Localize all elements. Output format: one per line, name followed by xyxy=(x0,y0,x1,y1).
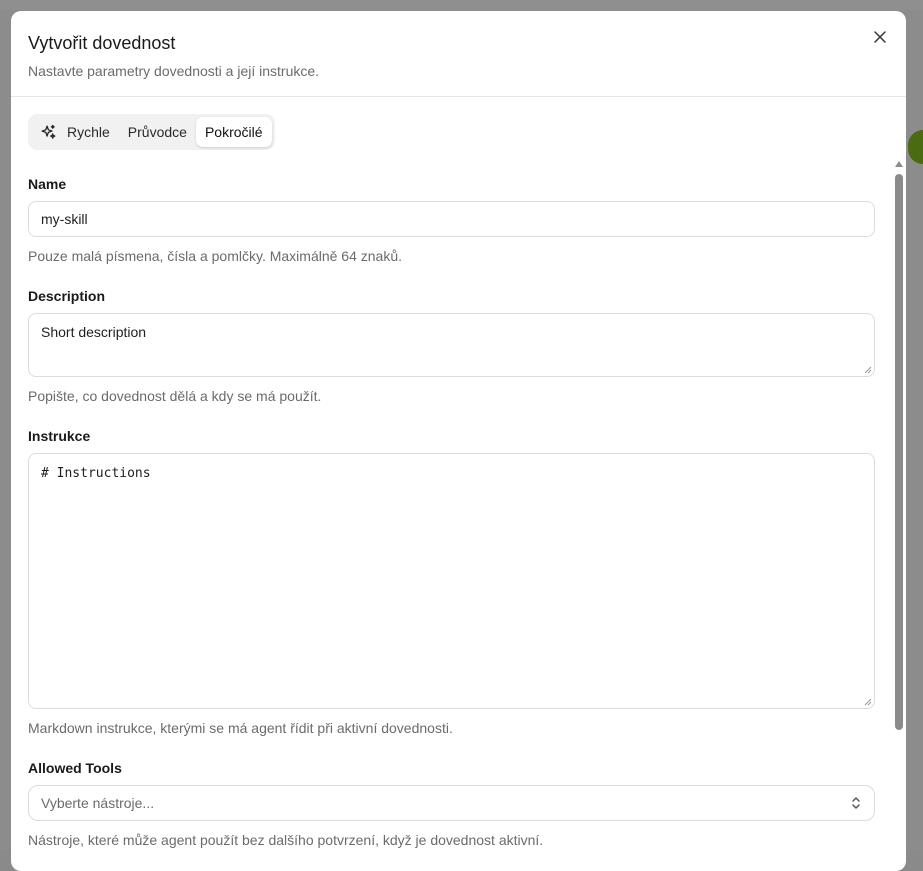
name-label: Name xyxy=(28,176,67,192)
allowed-tools-placeholder: Vyberte nástroje... xyxy=(41,795,155,811)
instructions-textarea[interactable]: # Instructions xyxy=(28,453,875,709)
mode-tabs: Rychle Průvodce Pokročilé xyxy=(28,114,275,150)
scrollbar-thumb[interactable] xyxy=(895,174,903,730)
instructions-hint: Markdown instrukce, kterými se má agent … xyxy=(28,720,453,736)
allowed-tools-hint: Nástroje, které může agent použít bez da… xyxy=(28,832,544,848)
description-textarea-value: Short description xyxy=(41,324,147,340)
dialog-header: Vytvořit dovednost Nastavte parametry do… xyxy=(11,11,906,97)
instructions-label: Instrukce xyxy=(28,428,91,444)
backdrop-top-bar xyxy=(0,0,923,10)
allowed-tools-field-group: Allowed Tools Vyberte nástroje... Nástro… xyxy=(28,759,875,849)
description-label: Description xyxy=(28,288,106,304)
instructions-textarea-value: # Instructions xyxy=(41,466,151,481)
tab-advanced[interactable]: Pokročilé xyxy=(195,117,272,147)
allowed-tools-select[interactable]: Vyberte nástroje... xyxy=(28,785,875,821)
name-field-group: Name my-skill Pouze malá písmena, čísla … xyxy=(28,175,875,265)
tab-quick[interactable]: Rychle xyxy=(31,117,119,147)
create-skill-dialog: Vytvořit dovednost Nastavte parametry do… xyxy=(11,11,906,871)
instructions-field-group: Instrukce # Instructions Markdown instru… xyxy=(28,427,875,737)
resize-handle-icon[interactable] xyxy=(863,365,872,374)
close-button[interactable] xyxy=(870,27,890,47)
tab-quick-label: Rychle xyxy=(67,124,110,140)
resize-handle-icon[interactable] xyxy=(863,697,872,706)
description-textarea[interactable]: Short description xyxy=(28,313,875,377)
sparkles-icon xyxy=(41,124,56,139)
allowed-tools-label: Allowed Tools xyxy=(28,760,122,776)
description-field-group: Description Short description Popište, c… xyxy=(28,287,875,405)
dialog-body: Rychle Průvodce Pokročilé Name my-skill … xyxy=(11,97,906,849)
tab-guide-label: Průvodce xyxy=(127,124,187,140)
description-hint: Popište, co dovednost dělá a kdy se má p… xyxy=(28,388,322,404)
tab-guide[interactable]: Průvodce xyxy=(119,117,196,147)
dialog-title: Vytvořit dovednost xyxy=(28,33,176,53)
name-input-value: my-skill xyxy=(41,211,88,227)
scroll-up-arrow-icon[interactable] xyxy=(895,160,903,168)
name-hint: Pouze malá písmena, čísla a pomlčky. Max… xyxy=(28,248,403,264)
chevron-up-down-icon xyxy=(852,797,860,809)
tab-advanced-label: Pokročilé xyxy=(204,124,263,140)
name-input[interactable]: my-skill xyxy=(28,201,875,237)
dialog-scrollbar[interactable] xyxy=(893,160,905,850)
dialog-subtitle: Nastavte parametry dovednosti a její ins… xyxy=(28,63,320,79)
close-icon xyxy=(874,31,886,43)
